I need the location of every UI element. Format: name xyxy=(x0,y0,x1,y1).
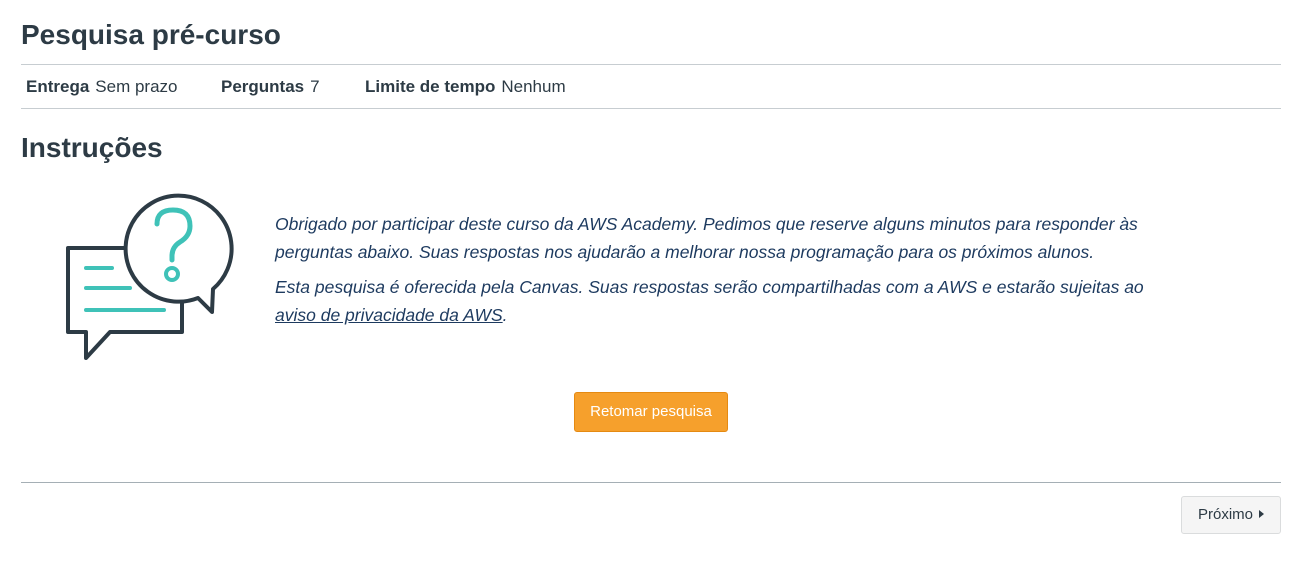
privacy-notice-link[interactable]: aviso de privacidade da AWS xyxy=(275,305,503,325)
caret-right-icon xyxy=(1259,510,1264,518)
question-speech-bubbles-icon xyxy=(60,190,235,365)
time-limit-value: Nenhum xyxy=(501,77,566,96)
due-value: Sem prazo xyxy=(95,77,178,96)
resume-survey-button[interactable]: Retomar pesquisa xyxy=(574,392,728,432)
next-button-label: Próximo xyxy=(1197,506,1253,523)
instructions-text: Obrigado por participar deste curso da A… xyxy=(275,210,1175,336)
survey-page: Pesquisa pré-curso Entrega Sem prazo Perg… xyxy=(0,0,1308,574)
time-limit-label: Limite de tempo xyxy=(365,77,496,96)
instructions-heading: Instruções xyxy=(21,132,163,163)
instructions-paragraph-2: Esta pesquisa é oferecida pela Canvas. S… xyxy=(275,273,1175,329)
next-button[interactable]: Próximo xyxy=(1181,496,1281,534)
page-title: Pesquisa pré-curso xyxy=(21,19,281,50)
questions-value: 7 xyxy=(310,77,320,96)
instructions-paragraph-1: Obrigado por participar deste curso da A… xyxy=(275,214,1138,262)
due-info: Entrega Sem prazo xyxy=(26,76,178,98)
survey-details-bar: Entrega Sem prazo Perguntas 7 Limite de te… xyxy=(21,64,1281,109)
due-label: Entrega xyxy=(26,77,90,96)
instructions-paragraph-2-end: . xyxy=(502,305,508,325)
footer-divider xyxy=(21,482,1281,483)
instructions-paragraph-2-text: Esta pesquisa é oferecida pela Canvas. S… xyxy=(275,277,1144,297)
time-limit-info: Limite de tempo Nenhum xyxy=(365,76,566,98)
questions-label: Perguntas xyxy=(221,77,305,96)
questions-info: Perguntas 7 xyxy=(221,76,320,98)
